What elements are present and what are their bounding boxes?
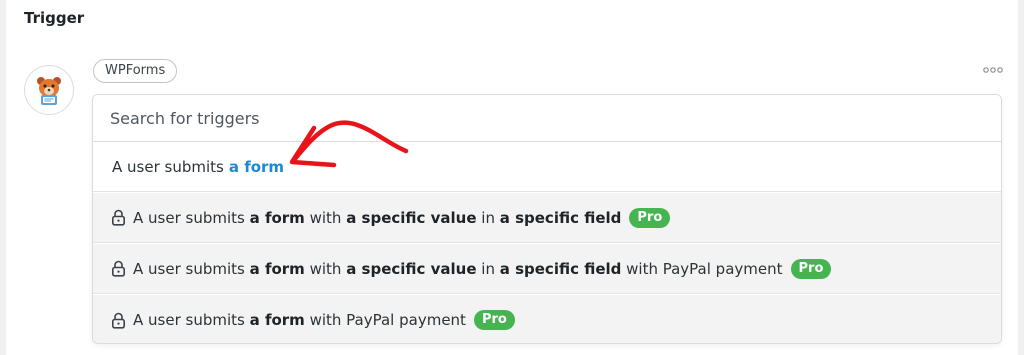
lock-icon — [111, 260, 125, 277]
option-text: with — [304, 208, 347, 227]
option-text-value: a specific value — [346, 259, 477, 278]
pro-badge: Pro — [629, 207, 671, 228]
option-text: in — [476, 259, 500, 278]
option-text: A user submits — [133, 208, 250, 227]
option-text: A user submits — [133, 259, 250, 278]
option-text: A user submits — [112, 157, 224, 176]
option-text: in — [476, 208, 500, 227]
option-text-field: a specific field — [499, 259, 622, 278]
option-text-form: a form — [249, 208, 305, 227]
option-text: with PayPal payment — [304, 311, 466, 329]
integration-badge[interactable]: WPForms — [93, 59, 178, 83]
trigger-panel: Trigger WPForms A user submits a form — [6, 0, 1018, 355]
trigger-option-paypal[interactable]: A user submits a form with PayPal paymen… — [93, 295, 1001, 343]
pro-badge: Pro — [473, 310, 515, 330]
trigger-option-submits-form[interactable]: A user submits a form — [93, 142, 1001, 192]
lock-icon — [111, 312, 125, 329]
option-text: with PayPal payment — [621, 259, 783, 278]
lock-icon — [111, 209, 125, 226]
option-text: with — [304, 259, 347, 278]
option-text: A user submits — [133, 311, 250, 329]
trigger-search-input[interactable] — [93, 95, 1001, 142]
wpforms-bear-icon — [24, 65, 74, 115]
option-text-form: a form — [249, 311, 305, 329]
more-options-icon[interactable] — [981, 62, 1005, 78]
pro-badge: Pro — [790, 258, 832, 279]
trigger-dropdown: A user submits a form A user submits a f… — [92, 94, 1002, 344]
option-text-value: a specific value — [346, 208, 477, 227]
section-title: Trigger — [24, 9, 85, 27]
trigger-option-specific-value-paypal[interactable]: A user submits a form with a specific va… — [93, 244, 1001, 294]
option-text-field: a specific field — [499, 208, 622, 227]
trigger-option-specific-value[interactable]: A user submits a form with a specific va… — [93, 193, 1001, 243]
option-text-form: a form — [249, 259, 305, 278]
form-link[interactable]: a form — [229, 158, 284, 176]
